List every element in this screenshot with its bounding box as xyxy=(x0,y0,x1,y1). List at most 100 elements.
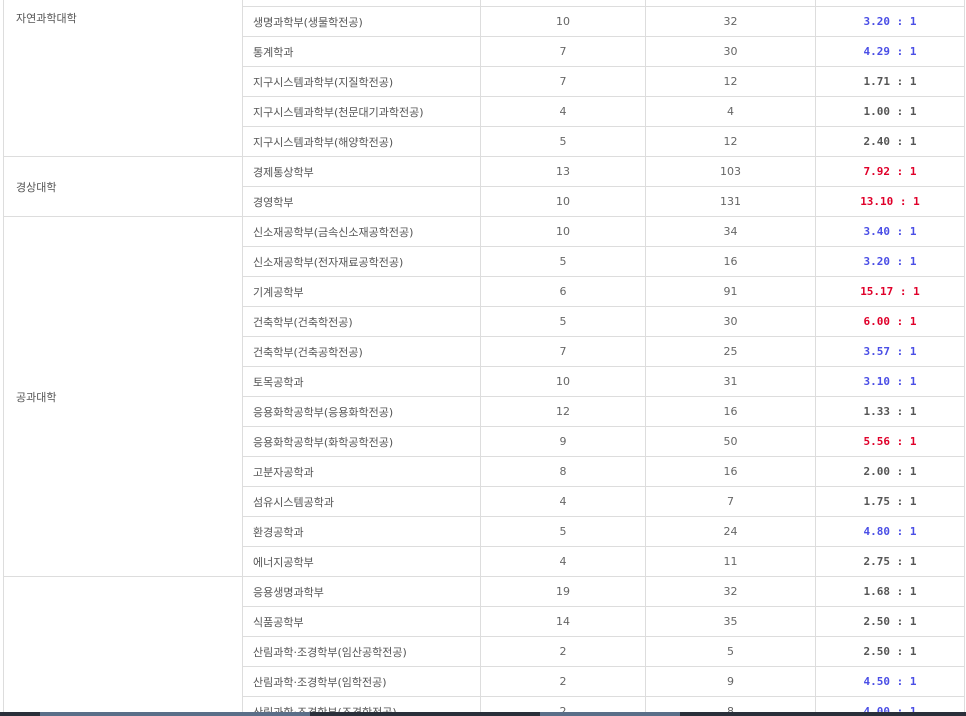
department-cell: 건축학부(건축공학전공) xyxy=(242,336,481,367)
applicants-cell: 32 xyxy=(645,576,816,607)
applicants-cell: 91 xyxy=(645,276,816,307)
department-cell: 신소재공학부(금속신소재공학전공) xyxy=(242,216,481,247)
table-row: 공과대학 신소재공학부(금속신소재공학전공) 10 34 3.40 : 1 xyxy=(3,216,965,577)
department-cell: 고분자공학과 xyxy=(242,456,481,487)
rate-table-page: 자연과학대학 생명과학부(생물학전공) 10 32 3.20 : 1 통계학과 7 30 4.2… xyxy=(0,0,966,716)
department-cell: 응용생명과학부 xyxy=(242,576,481,607)
department-cell: 응용화학공학부(응용화학전공) xyxy=(242,396,481,427)
competition-ratio-cell: 2.50 : 1 xyxy=(815,606,965,637)
competition-ratio-cell: 4.80 : 1 xyxy=(815,516,965,547)
department-cell: 산림과학·조경학부(임산공학전공) xyxy=(242,636,481,667)
college-cell xyxy=(3,576,243,716)
applicants-cell: 50 xyxy=(645,426,816,457)
quota-cell: 4 xyxy=(480,546,646,577)
applicants-cell: 7 xyxy=(645,486,816,517)
quota-cell: 5 xyxy=(480,126,646,157)
competition-ratio-cell: 6.00 : 1 xyxy=(815,306,965,337)
quota-cell: 10 xyxy=(480,216,646,247)
competition-ratio-cell: 1.71 : 1 xyxy=(815,66,965,97)
bottom-edge-segment xyxy=(40,712,310,716)
applicants-cell: 16 xyxy=(645,246,816,277)
competition-ratio-cell: 4.50 : 1 xyxy=(815,666,965,697)
competition-ratio-cell: 2.00 : 1 xyxy=(815,456,965,487)
quota-cell: 2 xyxy=(480,666,646,697)
applicants-cell: 16 xyxy=(645,456,816,487)
quota-cell: 10 xyxy=(480,6,646,37)
competition-ratio-cell: 15.17 : 1 xyxy=(815,276,965,307)
applicants-cell: 131 xyxy=(645,186,816,217)
department-cell: 식품공학부 xyxy=(242,606,481,637)
applicants-cell: 32 xyxy=(645,6,816,37)
competition-ratio-cell: 3.20 : 1 xyxy=(815,246,965,277)
quota-cell: 5 xyxy=(480,306,646,337)
department-cell: 섬유시스템공학과 xyxy=(242,486,481,517)
competition-ratio-cell: 1.00 : 1 xyxy=(815,96,965,127)
department-cell: 지구시스템과학부(지질학전공) xyxy=(242,66,481,97)
competition-ratio-cell: 3.40 : 1 xyxy=(815,216,965,247)
applicants-cell: 12 xyxy=(645,126,816,157)
competition-ratio-cell: 2.50 : 1 xyxy=(815,636,965,667)
applicants-cell: 30 xyxy=(645,306,816,337)
applicants-cell: 11 xyxy=(645,546,816,577)
window-bottom-edge xyxy=(0,712,966,716)
applicants-cell: 16 xyxy=(645,396,816,427)
college-cell: 경상대학 xyxy=(3,156,243,217)
quota-cell: 7 xyxy=(480,66,646,97)
applicants-cell: 9 xyxy=(645,666,816,697)
competition-ratio-cell: 13.10 : 1 xyxy=(815,186,965,217)
quota-cell: 7 xyxy=(480,36,646,67)
quota-cell: 12 xyxy=(480,396,646,427)
applicants-cell: 35 xyxy=(645,606,816,637)
department-cell: 에너지공학부 xyxy=(242,546,481,577)
department-cell: 통계학과 xyxy=(242,36,481,67)
competition-ratio-cell: 5.56 : 1 xyxy=(815,426,965,457)
competition-ratio-cell: 3.10 : 1 xyxy=(815,366,965,397)
competition-ratio-cell: 3.20 : 1 xyxy=(815,6,965,37)
quota-cell: 10 xyxy=(480,186,646,217)
competition-ratio-cell: 2.75 : 1 xyxy=(815,546,965,577)
department-cell: 지구시스템과학부(해양학전공) xyxy=(242,126,481,157)
department-cell: 토목공학과 xyxy=(242,366,481,397)
quota-cell: 13 xyxy=(480,156,646,187)
department-cell: 환경공학과 xyxy=(242,516,481,547)
department-cell: 응용화학공학부(화학공학전공) xyxy=(242,426,481,457)
quota-cell: 2 xyxy=(480,636,646,667)
quota-cell: 14 xyxy=(480,606,646,637)
department-cell: 경영학부 xyxy=(242,186,481,217)
applicants-cell: 30 xyxy=(645,36,816,67)
competition-ratio-cell: 1.68 : 1 xyxy=(815,576,965,607)
department-cell: 건축학부(건축학전공) xyxy=(242,306,481,337)
quota-cell: 8 xyxy=(480,456,646,487)
competition-ratio-cell: 3.57 : 1 xyxy=(815,336,965,367)
department-cell: 경제통상학부 xyxy=(242,156,481,187)
college-cell: 공과대학 xyxy=(3,216,243,577)
competition-ratio-cell: 7.92 : 1 xyxy=(815,156,965,187)
bottom-edge-segment xyxy=(540,712,680,716)
quota-cell: 7 xyxy=(480,336,646,367)
applicants-cell: 103 xyxy=(645,156,816,187)
competition-ratio-cell: 1.33 : 1 xyxy=(815,396,965,427)
quota-cell: 9 xyxy=(480,426,646,457)
competition-ratio-cell: 4.29 : 1 xyxy=(815,36,965,67)
quota-cell: 4 xyxy=(480,96,646,127)
table-row: 경상대학 경제통상학부 13 103 7.92 : 1 xyxy=(3,156,965,217)
quota-cell: 5 xyxy=(480,246,646,277)
competition-ratio-cell: 2.40 : 1 xyxy=(815,126,965,157)
table-body: 자연과학대학 생명과학부(생물학전공) 10 32 3.20 : 1 통계학과 7 30 4.2… xyxy=(3,0,965,716)
competition-ratio-cell: 1.75 : 1 xyxy=(815,486,965,517)
quota-cell: 4 xyxy=(480,486,646,517)
department-cell: 생명과학부(생물학전공) xyxy=(242,6,481,37)
department-cell: 산림과학·조경학부(임학전공) xyxy=(242,666,481,697)
applicants-cell: 24 xyxy=(645,516,816,547)
competition-rate-table: 자연과학대학 생명과학부(생물학전공) 10 32 3.20 : 1 통계학과 7 30 4.2… xyxy=(3,0,965,716)
quota-cell: 6 xyxy=(480,276,646,307)
applicants-cell: 25 xyxy=(645,336,816,367)
department-cell: 지구시스템과학부(천문대기과학전공) xyxy=(242,96,481,127)
applicants-cell: 31 xyxy=(645,366,816,397)
quota-cell: 10 xyxy=(480,366,646,397)
applicants-cell: 34 xyxy=(645,216,816,247)
college-cell: 자연과학대학 xyxy=(3,0,243,157)
applicants-cell: 12 xyxy=(645,66,816,97)
applicants-cell: 5 xyxy=(645,636,816,667)
quota-cell: 5 xyxy=(480,516,646,547)
